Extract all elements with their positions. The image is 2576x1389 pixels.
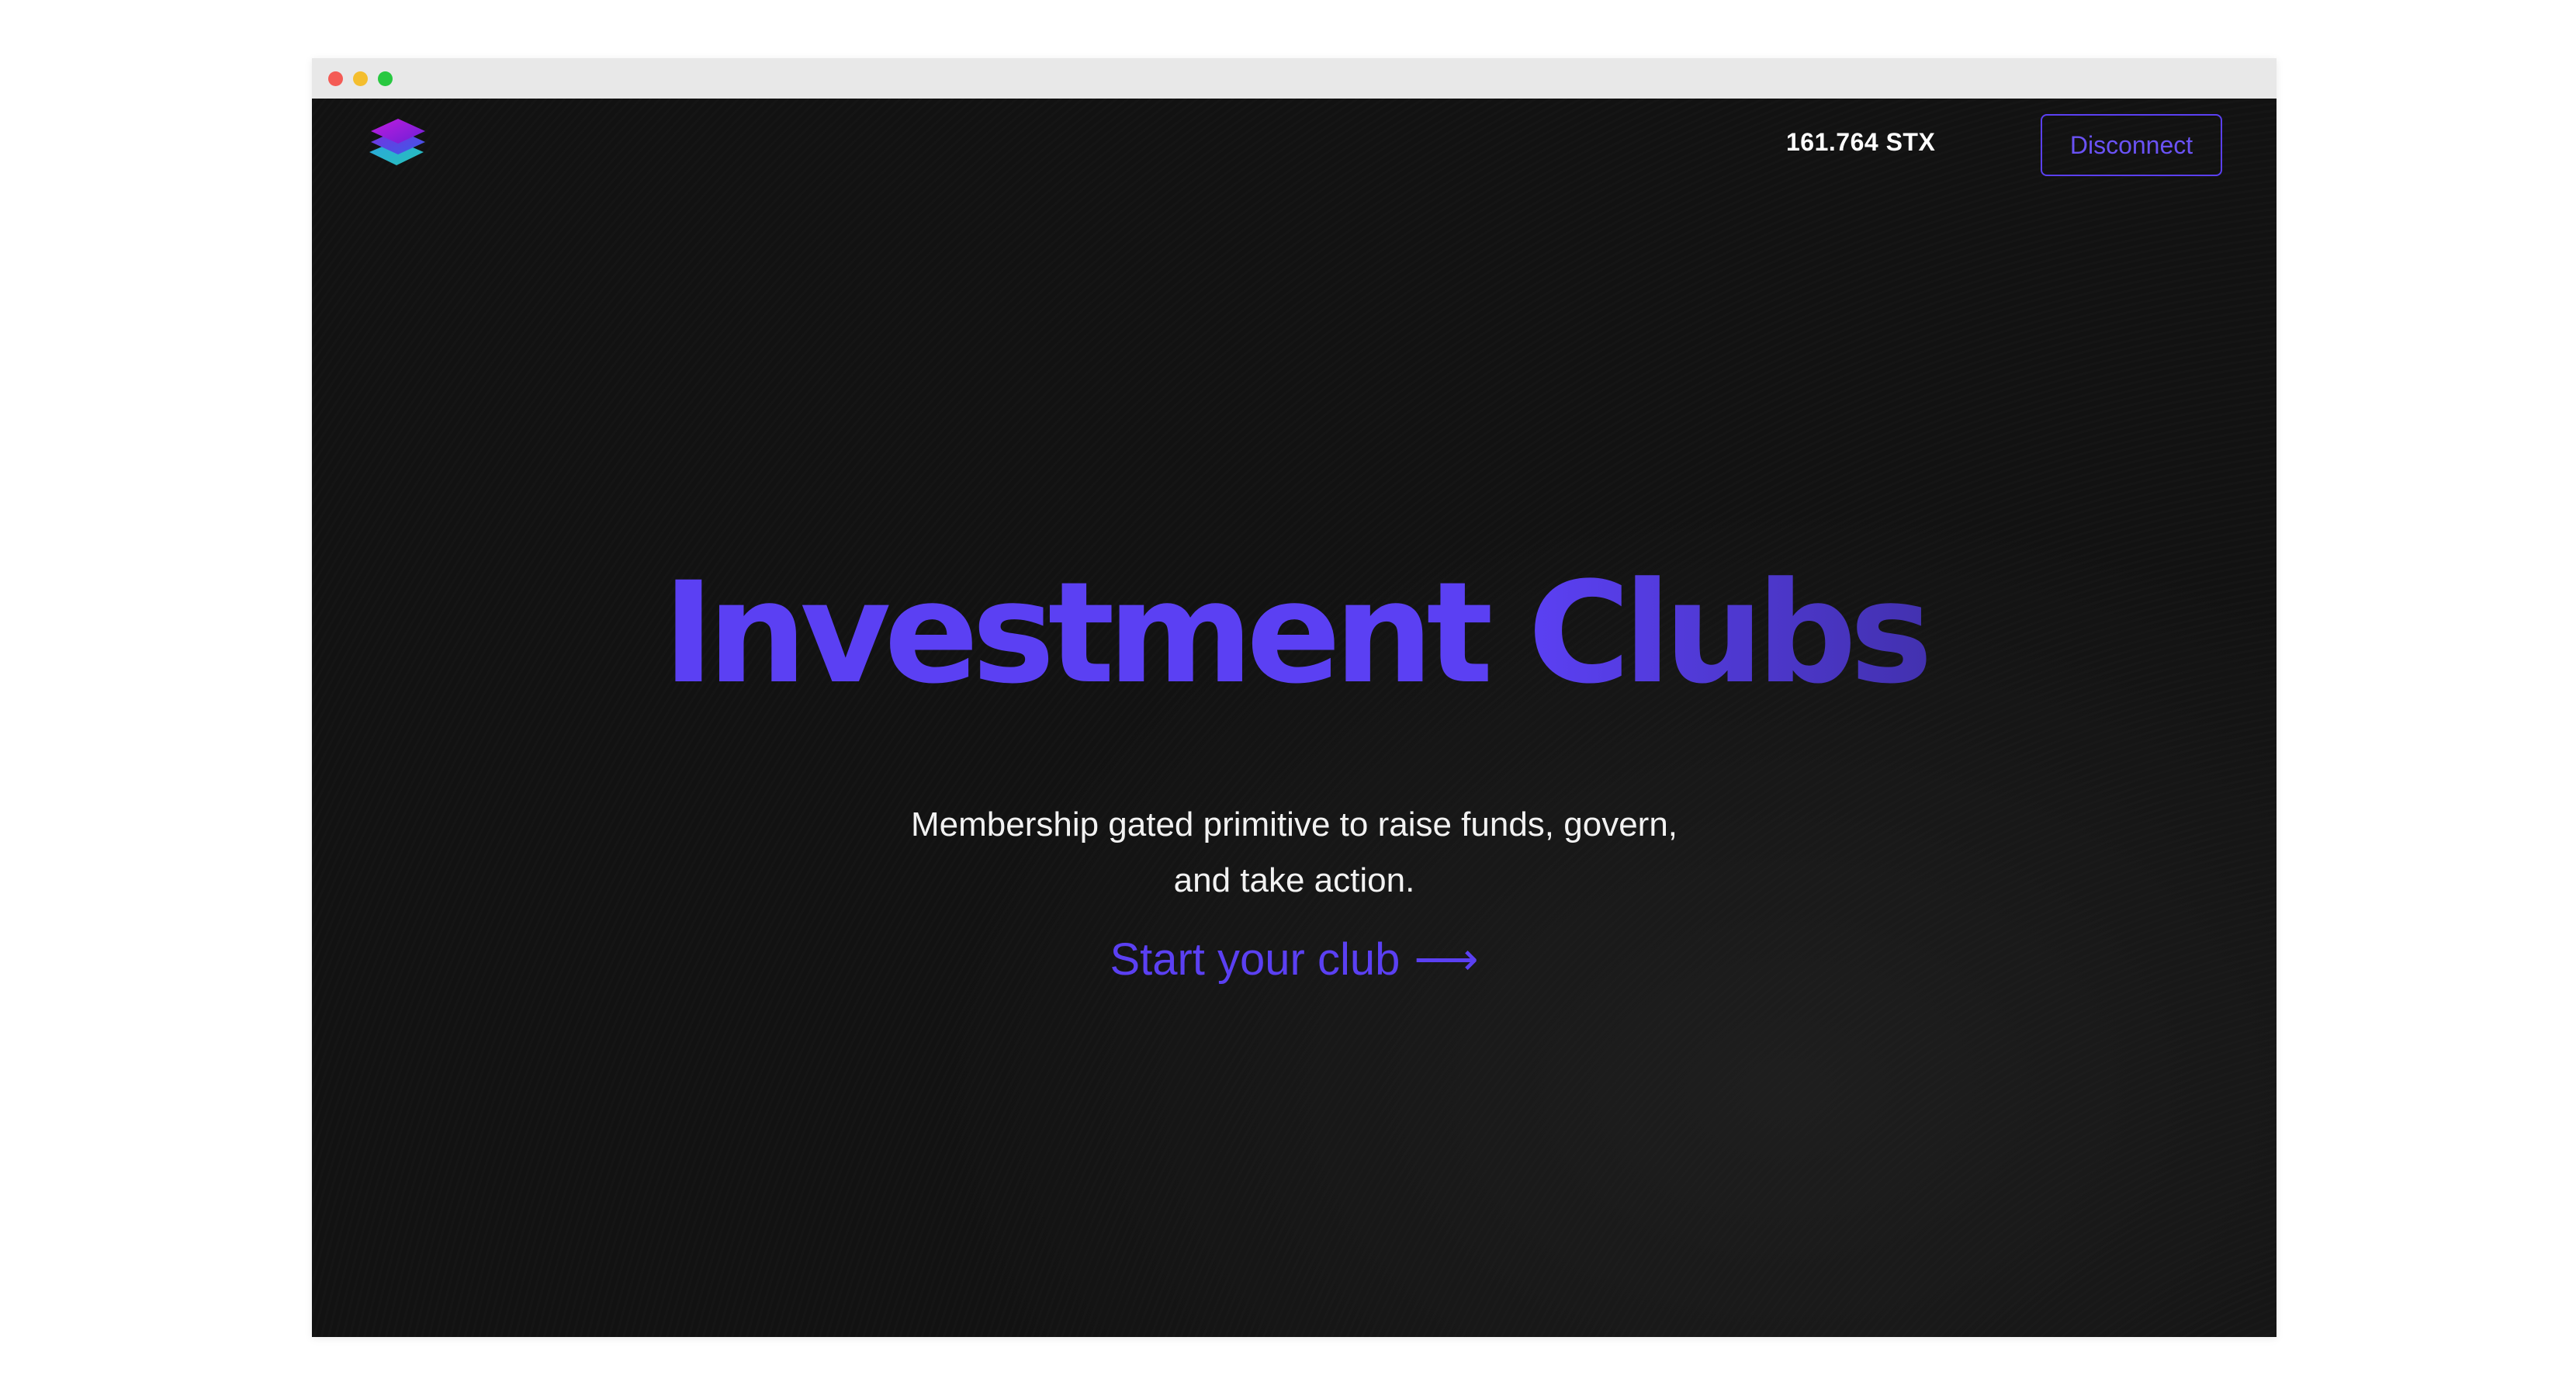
stacked-layers-logo-icon[interactable]: [366, 116, 430, 173]
start-club-label: Start your club: [1110, 934, 1401, 985]
hero-subtitle-line-1: Membership gated primitive to raise fund…: [910, 805, 1678, 843]
maximize-window-icon[interactable]: [378, 71, 393, 86]
minimize-window-icon[interactable]: [353, 71, 368, 86]
browser-window: 161.764 STX Disconnect Investment Clubs …: [312, 58, 2277, 1337]
arrow-right-icon: ⟶: [1414, 934, 1479, 985]
window-titlebar: [312, 58, 2277, 99]
landing-page: 161.764 STX Disconnect Investment Clubs …: [312, 99, 2277, 1337]
start-club-link[interactable]: Start your club ⟶: [312, 933, 2277, 985]
hero-subtitle-line-2: and take action.: [1173, 861, 1415, 899]
stx-balance: 161.764 STX: [1786, 128, 1936, 156]
disconnect-button[interactable]: Disconnect: [2041, 114, 2222, 176]
hero-title: Investment Clubs: [312, 564, 2277, 704]
hero-subtitle: Membership gated primitive to raise fund…: [312, 797, 2277, 909]
close-window-icon[interactable]: [328, 71, 343, 86]
